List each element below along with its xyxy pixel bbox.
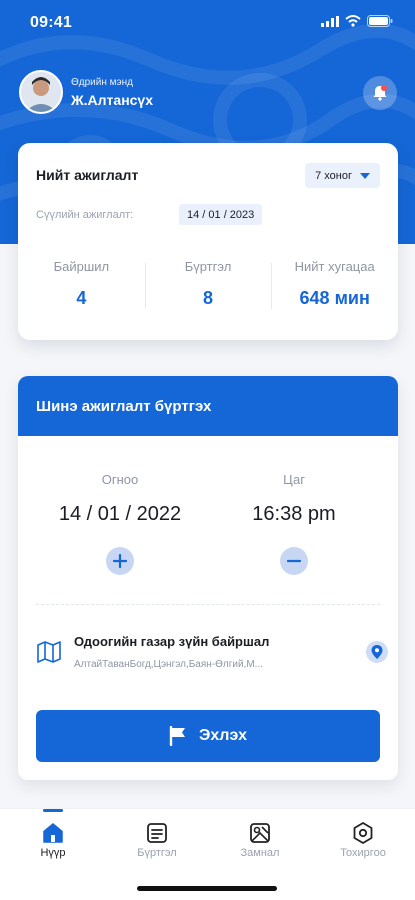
- list-icon: [147, 823, 167, 843]
- summary-card: Нийт ажиглалт 7 хоног Сүүлийн ажиглалт: …: [18, 143, 398, 340]
- time-label: Цаг: [283, 472, 305, 487]
- wifi-icon: [345, 15, 361, 27]
- user-photo-icon: [21, 72, 61, 112]
- current-location: Одоогийн газар зүйн байршал АлтайТаванБо…: [34, 631, 388, 671]
- cellular-signal-icon: [321, 15, 339, 27]
- home-indicator: [137, 886, 277, 891]
- tab-label: Тохиргоо: [340, 847, 386, 859]
- settings-icon: [353, 822, 373, 844]
- new-observation-title: Шинэ ажиглалт бүртгэх: [18, 376, 398, 436]
- new-observation-card: Шинэ ажиглалт бүртгэх Огноо 14 / 01 / 20…: [18, 376, 398, 780]
- user-name: Ж.Алтансүх: [71, 91, 154, 108]
- battery-icon: [367, 15, 393, 27]
- stat-value: 4: [76, 288, 87, 308]
- stat-locations: Байршил 4: [18, 255, 145, 315]
- status-bar: 09:41: [0, 0, 415, 48]
- plus-icon: [113, 554, 127, 568]
- time-value[interactable]: 16:38 pm: [209, 503, 379, 526]
- stat-records: Бүртгэл 8: [144, 255, 272, 315]
- locate-button[interactable]: [366, 641, 388, 663]
- status-time: 09:41: [30, 14, 72, 31]
- user-profile[interactable]: Өдрийн мэнд Ж.Алтансүх: [19, 70, 153, 114]
- range-dropdown[interactable]: 7 хоног: [305, 163, 380, 188]
- tab-label: Замнал: [240, 847, 280, 859]
- time-column: Цаг 16:38 pm: [209, 472, 379, 526]
- time-decrease-button[interactable]: [280, 547, 308, 575]
- home-icon: [43, 823, 63, 843]
- start-button-label: Эхлэх: [199, 727, 247, 744]
- divider: [36, 604, 380, 605]
- map-icon: [37, 641, 61, 663]
- range-value: 7 хоног: [315, 169, 352, 182]
- date-increase-button[interactable]: [106, 547, 134, 575]
- summary-title: Нийт ажиглалт: [36, 167, 139, 183]
- location-address: АлтайТаванБогд,Цэнгэл,Баян-Өлгий,М...: [74, 659, 263, 670]
- date-value[interactable]: 14 / 01 / 2022: [35, 503, 205, 526]
- stat-value: 8: [203, 288, 214, 308]
- location-title: Одоогийн газар зүйн байршал: [74, 634, 270, 649]
- bell-icon: [373, 85, 387, 101]
- last-observation-label: Сүүлийн ажиглалт:: [36, 209, 134, 221]
- start-button[interactable]: Эхлэх: [36, 710, 380, 762]
- last-observation-date: 14 / 01 / 2023: [179, 204, 263, 225]
- tab-label: Нүүр: [40, 847, 66, 859]
- route-map-icon: [250, 823, 270, 843]
- avatar[interactable]: [19, 70, 63, 114]
- minus-icon: [287, 559, 301, 563]
- active-tab-indicator: [43, 809, 63, 812]
- tab-home[interactable]: Нүүр: [13, 819, 93, 859]
- tab-settings[interactable]: Тохиргоо: [323, 819, 403, 859]
- date-label: Огноо: [101, 472, 139, 487]
- stat-total-time: Нийт хугацаа 648 мин: [271, 255, 398, 315]
- stats-row: Байршил 4 Бүртгэл 8 Нийт хугацаа 648 мин: [18, 255, 398, 315]
- date-column: Огноо 14 / 01 / 2022: [35, 472, 205, 526]
- caret-down-icon: [360, 172, 370, 179]
- location-pin-icon: [371, 645, 383, 659]
- tab-label: Бүртгэл: [137, 847, 177, 859]
- stat-label: Байршил: [53, 259, 110, 274]
- stat-value: 648 мин: [299, 288, 370, 308]
- tab-route[interactable]: Замнал: [220, 819, 300, 859]
- stat-label: Бүртгэл: [184, 259, 232, 274]
- greeting-text: Өдрийн мэнд: [71, 76, 133, 88]
- flag-icon: [169, 726, 186, 746]
- notification-button[interactable]: [363, 76, 397, 110]
- stat-label: Нийт хугацаа: [294, 259, 375, 274]
- tab-records[interactable]: Бүртгэл: [117, 819, 197, 859]
